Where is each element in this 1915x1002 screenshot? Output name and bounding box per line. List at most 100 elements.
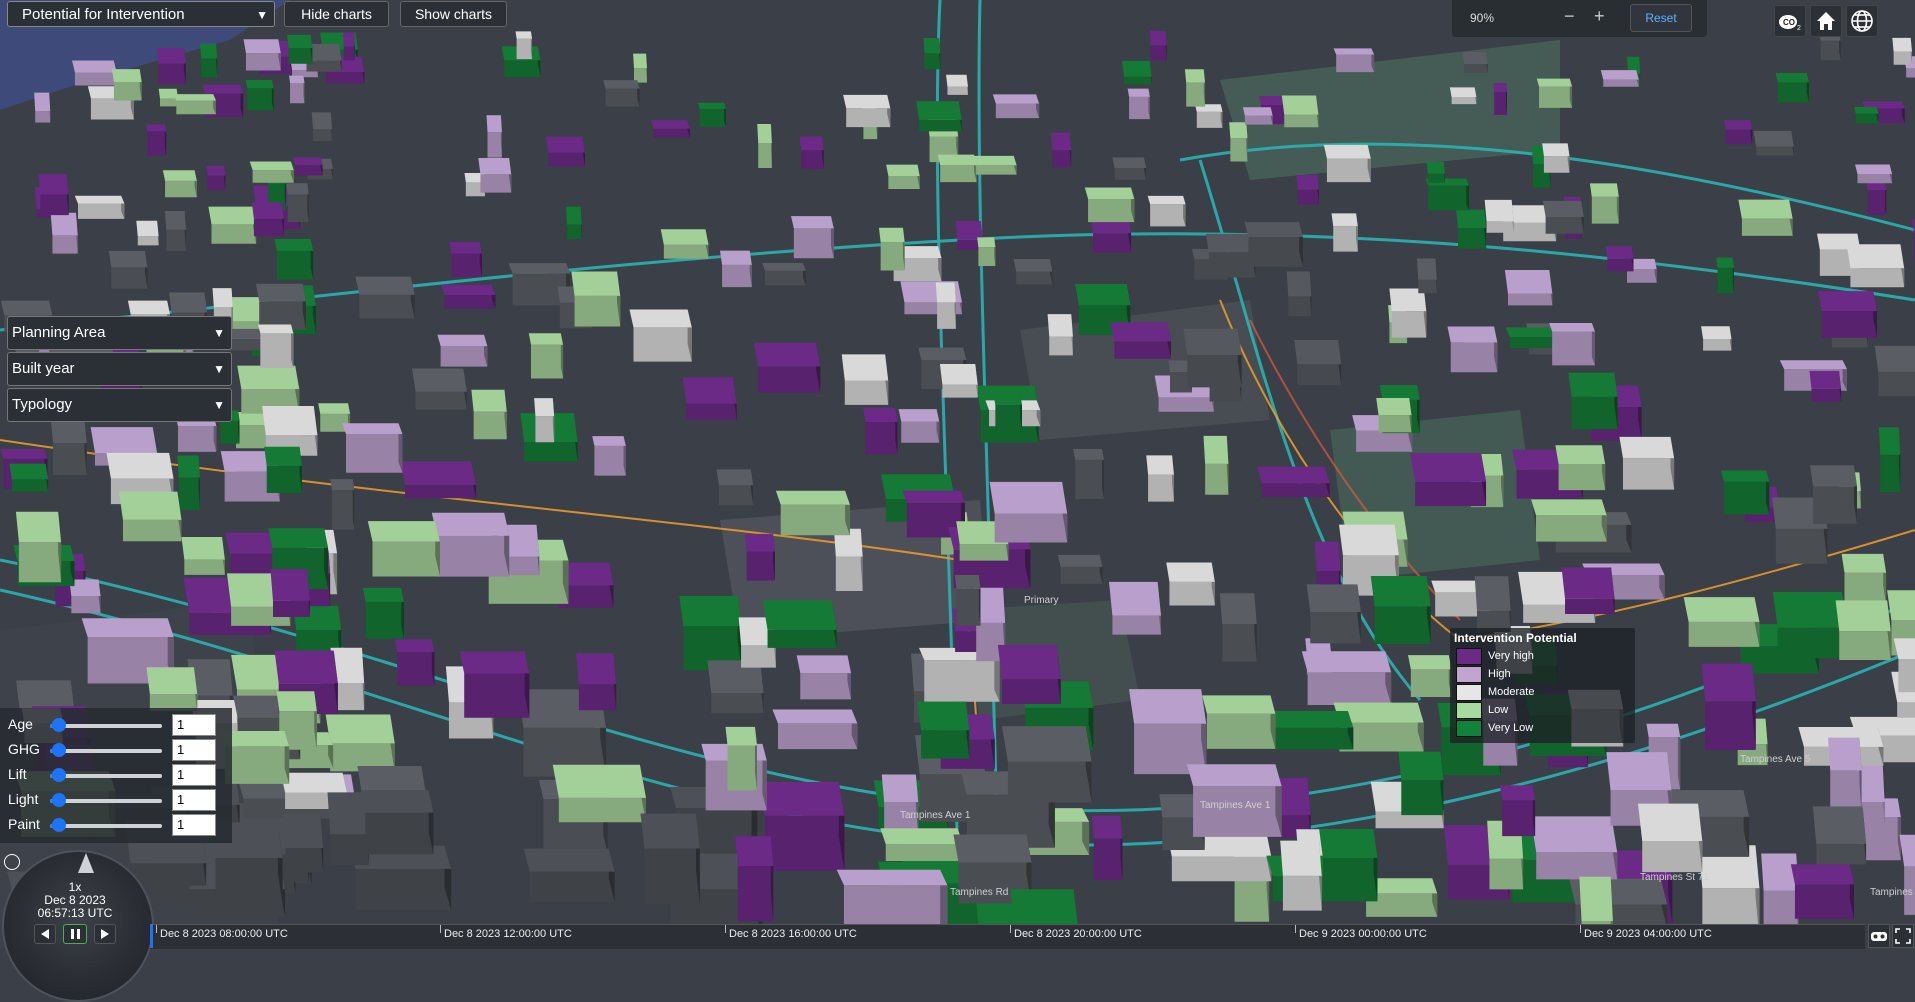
building-roof xyxy=(720,250,752,265)
building-roof xyxy=(1474,576,1511,611)
building-roof xyxy=(1878,427,1901,455)
building-roof xyxy=(136,220,159,237)
building-roof xyxy=(534,398,555,417)
building-facade xyxy=(1603,79,1639,87)
building-roof xyxy=(762,262,806,271)
building-facade xyxy=(1284,114,1319,128)
slider-track[interactable] xyxy=(50,724,162,728)
weight-input[interactable]: 1 xyxy=(172,789,216,811)
legend-item: Low xyxy=(1456,702,1626,720)
map-viewport[interactable]: Tampines Ave 1 Tampines Ave 1 Tampines A… xyxy=(0,0,1915,948)
built-year-select[interactable]: Built year ▼ xyxy=(7,352,232,386)
pause-button[interactable] xyxy=(63,924,87,944)
clock-icon[interactable] xyxy=(4,854,20,870)
planning-area-select[interactable]: Planning Area ▼ xyxy=(7,316,232,350)
legend-label: Very Low xyxy=(1488,722,1534,734)
building-roof xyxy=(1319,828,1378,858)
building-facade xyxy=(737,866,774,922)
building-roof xyxy=(1,300,53,316)
typology-select[interactable]: Typology ▼ xyxy=(7,388,232,422)
building-facade xyxy=(1060,566,1103,584)
reset-zoom-button[interactable]: Reset xyxy=(1630,4,1692,32)
legend-label: Very high xyxy=(1488,650,1534,662)
building-roof xyxy=(640,813,700,849)
building-roof xyxy=(716,469,754,486)
hide-charts-button[interactable]: Hide charts xyxy=(284,1,389,27)
building-roof xyxy=(1531,499,1607,516)
slider-handle[interactable] xyxy=(52,718,66,732)
building-roof xyxy=(1892,37,1912,52)
zoom-in-button[interactable]: + xyxy=(1594,6,1605,27)
building-roof xyxy=(1874,345,1915,372)
slider-handle[interactable] xyxy=(52,768,66,782)
play-reverse-button[interactable] xyxy=(34,924,56,944)
slider-track[interactable] xyxy=(50,799,162,803)
building-facade xyxy=(1502,800,1536,837)
building-facade xyxy=(1777,82,1809,103)
building-facade xyxy=(1867,189,1887,215)
building-facade xyxy=(1410,669,1452,697)
building-facade xyxy=(1112,615,1162,635)
building-roof xyxy=(286,183,309,195)
show-charts-button[interactable]: Show charts xyxy=(400,1,507,27)
building-roof xyxy=(1887,590,1915,620)
timeline-bar[interactable]: Dec 8 2023 08:00:00 UTC Dec 8 2023 12:00… xyxy=(150,924,1865,949)
building-facade xyxy=(436,535,510,577)
weight-input[interactable]: 1 xyxy=(172,739,216,761)
weight-row-light: Light 1 xyxy=(0,789,232,811)
weight-input[interactable]: 1 xyxy=(172,814,216,836)
layer-select[interactable]: Potential for Intervention ▼ xyxy=(7,1,275,27)
timeline-playhead[interactable] xyxy=(150,924,153,948)
building-facade xyxy=(11,479,49,492)
slider-track[interactable] xyxy=(50,824,162,828)
building-roof xyxy=(762,600,837,630)
building-roof xyxy=(276,691,317,712)
slider-track[interactable] xyxy=(50,774,162,778)
building-facade xyxy=(166,229,187,252)
zoom-level: 90% xyxy=(1470,11,1495,25)
building-roof xyxy=(1720,470,1770,482)
play-forward-button[interactable] xyxy=(94,924,116,944)
building-facade xyxy=(365,601,404,639)
shuttle-ring-pointer-icon[interactable] xyxy=(74,853,98,875)
building-facade xyxy=(937,302,956,329)
slider-handle[interactable] xyxy=(52,793,66,807)
building-facade xyxy=(272,600,310,617)
slider-handle[interactable] xyxy=(52,743,66,757)
building-roof xyxy=(1723,120,1753,130)
building-facade xyxy=(994,513,1068,543)
legend-swatch xyxy=(1456,648,1482,665)
building-roof xyxy=(1281,95,1319,115)
building-facade xyxy=(663,244,709,259)
building-roof xyxy=(1817,291,1878,311)
building-facade xyxy=(919,119,962,132)
slider-track[interactable] xyxy=(50,749,162,753)
building-facade xyxy=(1274,727,1354,750)
zoom-out-button[interactable]: − xyxy=(1564,6,1575,27)
timeline-tick-label: Dec 9 2023 04:00:00 UTC xyxy=(1584,928,1712,940)
building-roof xyxy=(1280,840,1322,876)
building-roof xyxy=(1561,567,1615,599)
building-facade xyxy=(165,180,197,198)
building-roof xyxy=(1112,157,1147,169)
globe-icon[interactable] xyxy=(1846,5,1878,37)
home-icon[interactable] xyxy=(1810,5,1842,37)
slider-handle[interactable] xyxy=(52,818,66,832)
play-reverse-icon xyxy=(41,929,49,939)
vr-button[interactable] xyxy=(1868,924,1890,948)
building-roof xyxy=(255,283,306,302)
building-roof xyxy=(886,164,920,176)
fullscreen-button[interactable] xyxy=(1892,924,1914,948)
building-roof xyxy=(1013,259,1053,272)
building-roof xyxy=(1812,806,1867,844)
weight-input[interactable]: 1 xyxy=(172,714,216,736)
building-facade xyxy=(1129,96,1150,120)
building-roof xyxy=(1084,187,1135,199)
building-facade xyxy=(1539,86,1573,108)
building-facade xyxy=(1333,226,1358,252)
building-facade xyxy=(1427,173,1445,183)
building-facade xyxy=(653,128,690,138)
building-facade xyxy=(699,108,726,127)
weight-input[interactable]: 1 xyxy=(172,764,216,786)
co2-icon[interactable]: CO 2 xyxy=(1774,5,1806,37)
